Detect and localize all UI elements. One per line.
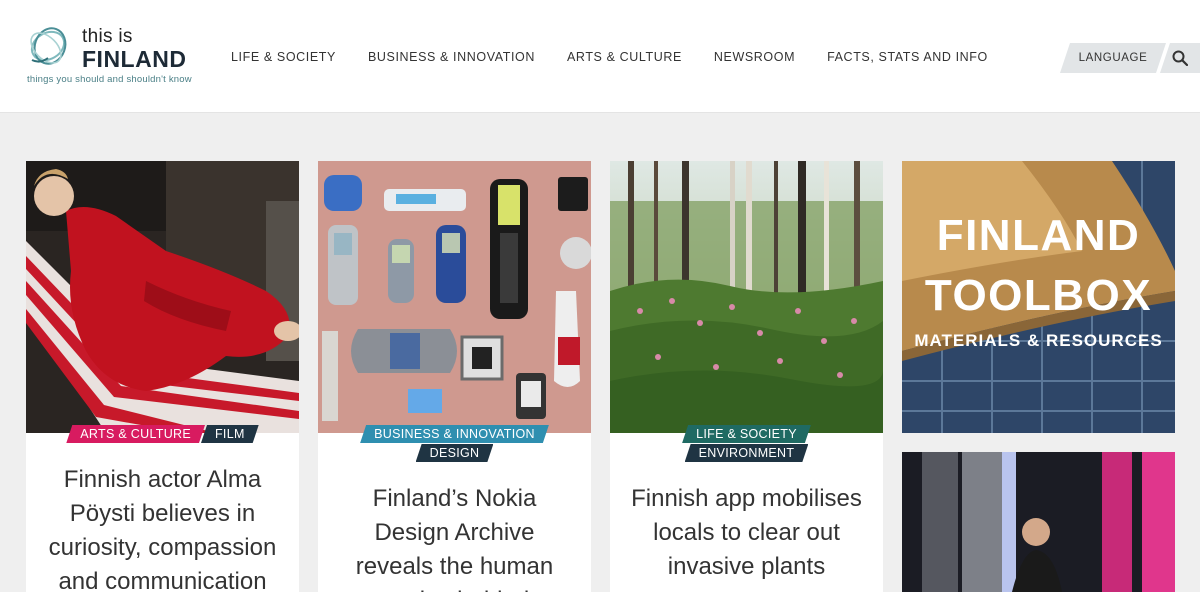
logo-small-text: this is (82, 26, 133, 47)
tag-film[interactable]: FILM (201, 425, 259, 443)
article-tags: ARTS & CULTURE FILM (26, 425, 299, 444)
article-title[interactable]: Finnish app mobilises locals to clear ou… (628, 482, 865, 584)
article-image-forest (610, 161, 883, 433)
article-image-actor (26, 161, 299, 433)
logo-large-text: FINLAND (82, 46, 187, 72)
article-card-invasive-plants[interactable]: LIFE & SOCIETY ENVIRONMENT Finnish app m… (610, 161, 883, 592)
article-tags: BUSINESS & INNOVATION DESIGN (318, 425, 591, 463)
tag-business-innovation[interactable]: BUSINESS & INNOVATION (360, 425, 549, 443)
language-button[interactable]: LANGUAGE (1060, 43, 1166, 73)
article-title[interactable]: Finnish actor Alma Pöysti believes in cu… (44, 463, 281, 592)
article-card-nokia-design[interactable]: BUSINESS & INNOVATION DESIGN Finland’s N… (318, 161, 591, 592)
article-tags: LIFE & SOCIETY ENVIRONMENT (610, 425, 883, 463)
toolbox-subtitle: MATERIALS & RESOURCES (914, 331, 1163, 350)
tag-environment[interactable]: ENVIRONMENT (685, 444, 809, 462)
nav-item-newsroom[interactable]: NEWSROOM (714, 50, 795, 68)
search-icon (1172, 50, 1188, 66)
nav-item-business-innovation[interactable]: BUSINESS & INNOVATION (368, 50, 535, 68)
toolbox-title-line2: TOOLBOX (924, 271, 1153, 320)
logo-mark-icon (30, 27, 67, 65)
main-nav: LIFE & SOCIETY BUSINESS & INNOVATION ART… (231, 50, 1020, 68)
article-image-portrait (902, 452, 1175, 592)
article-image-nokia-phones (318, 161, 591, 433)
article-title[interactable]: Finland’s Nokia Design Archive reveals t… (336, 482, 573, 592)
finland-toolbox-banner[interactable]: FINLAND TOOLBOX MATERIALS & RESOURCES (902, 161, 1175, 433)
article-card-alma-poysti[interactable]: ARTS & CULTURE FILM Finnish actor Alma P… (26, 161, 299, 592)
tag-life-society[interactable]: LIFE & SOCIETY (682, 425, 811, 443)
search-button[interactable] (1160, 43, 1200, 73)
tag-design[interactable]: DESIGN (416, 444, 494, 462)
nav-item-facts-stats[interactable]: FACTS, STATS AND INFO (827, 50, 988, 68)
nav-item-life-society[interactable]: LIFE & SOCIETY (231, 50, 336, 68)
tag-arts-culture[interactable]: ARTS & CULTURE (66, 425, 205, 443)
nav-item-arts-culture[interactable]: ARTS & CULTURE (567, 50, 682, 68)
site-header: this is FINLAND things you should and sh… (0, 0, 1200, 113)
toolbox-title-line1: FINLAND (936, 211, 1141, 260)
article-card-partial[interactable] (902, 452, 1175, 592)
site-logo[interactable]: this is FINLAND things you should and sh… (26, 22, 196, 88)
logo-tagline: things you should and shouldn't know (27, 74, 192, 85)
